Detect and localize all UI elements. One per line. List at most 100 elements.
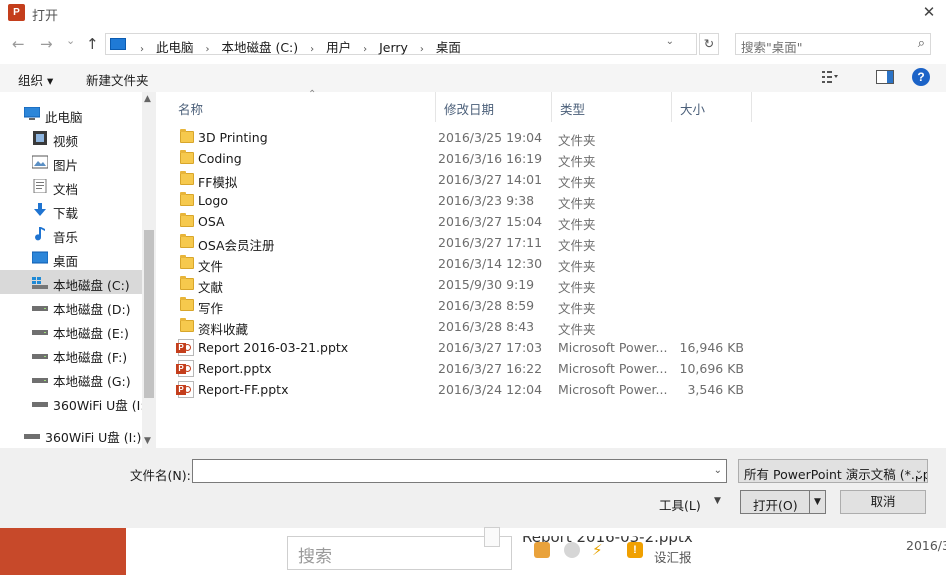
file-row[interactable]: 3D Printing 2016/3/25 19:04 文件夹 — [170, 127, 830, 148]
nav-item-usb-drive-root[interactable]: 360WiFi U盘 (I:) — [0, 422, 142, 446]
file-size: 3,546 KB — [687, 382, 744, 397]
chevron-down-icon[interactable]: ⌄ — [911, 465, 923, 476]
nav-item-this-pc[interactable]: 此电脑 — [0, 102, 142, 126]
search-input[interactable]: 搜索"桌面" ⌕ — [735, 33, 931, 55]
file-name: Logo — [198, 193, 228, 208]
file-date: 2016/3/27 16:22 — [438, 361, 543, 376]
nav-item-documents[interactable]: 文档 — [0, 174, 142, 198]
nav-item-drive-g[interactable]: 本地磁盘 (G:) — [0, 366, 142, 390]
filename-input[interactable]: ⌄ — [192, 459, 727, 483]
column-header-type[interactable]: 类型 — [552, 92, 672, 122]
lightning-icon[interactable]: ⚡ — [592, 542, 608, 558]
file-name: OSA — [198, 214, 225, 229]
warning-icon[interactable]: ! — [627, 542, 643, 558]
background-ribbon-panel — [0, 528, 126, 575]
help-icon[interactable]: ? — [912, 68, 930, 86]
tools-button[interactable]: 工具(L) — [659, 495, 701, 514]
nav-item-drive-e[interactable]: 本地磁盘 (E:) — [0, 318, 142, 342]
nav-item-label: 本地磁盘 (G:) — [53, 374, 131, 389]
nav-item-videos[interactable]: 视频 — [0, 126, 142, 150]
address-bar[interactable]: › 此电脑 › 本地磁盘 (C:) › 用户 › Jerry › 桌面 ⌄ — [105, 33, 697, 55]
forward-arrow-icon[interactable]: → — [40, 35, 53, 53]
file-name: Report 2016-03-21.pptx — [198, 340, 349, 355]
music-icon — [35, 227, 45, 241]
chevron-down-icon[interactable]: ⌄ — [714, 465, 722, 476]
nav-item-drive-d[interactable]: 本地磁盘 (D:) — [0, 294, 142, 318]
file-type-filter[interactable]: 所有 PowerPoint 演示文稿 (*.pptx;*.ppt) ⌄ — [738, 459, 928, 483]
organize-button[interactable]: 组织 ▾ — [18, 70, 53, 89]
clock-icon[interactable] — [564, 542, 580, 558]
file-date: 2016/3/24 12:04 — [438, 382, 543, 397]
drive-icon — [32, 378, 48, 383]
back-arrow-icon[interactable]: ← — [12, 35, 25, 53]
view-options-icon[interactable] — [822, 70, 838, 84]
file-row[interactable]: Coding 2016/3/16 16:19 文件夹 — [170, 148, 830, 169]
column-header-name[interactable]: 名称 ⌃ — [170, 89, 436, 122]
breadcrumb-item-jerry[interactable]: Jerry — [379, 40, 408, 55]
file-name: 文献 — [198, 280, 224, 295]
file-type: 文件夹 — [558, 238, 596, 253]
file-size: 16,946 KB — [679, 340, 744, 355]
chevron-right-icon[interactable]: › — [205, 44, 209, 55]
file-row[interactable]: 文献 2015/9/30 9:19 文件夹 — [170, 274, 830, 295]
open-button[interactable]: 打开(O) ▼ — [740, 490, 826, 514]
nav-item-label: 下载 — [53, 206, 79, 221]
chevron-right-icon[interactable]: › — [420, 44, 424, 55]
nav-item-label: 图片 — [53, 158, 79, 173]
chevron-up-icon[interactable]: ▲ — [144, 94, 151, 104]
chevron-right-icon[interactable]: › — [363, 44, 367, 55]
chevron-down-icon[interactable]: ▼ — [714, 496, 721, 506]
scrollbar-thumb[interactable] — [144, 230, 154, 398]
file-row[interactable]: Report 2016-03-21.pptx 2016/3/27 17:03 M… — [170, 337, 830, 358]
folder-icon — [180, 255, 194, 269]
search-placeholder: 搜索"桌面" — [741, 40, 803, 55]
column-header-size[interactable]: 大小 — [672, 92, 752, 122]
computer-icon — [24, 107, 40, 120]
file-name: 文件 — [198, 259, 224, 274]
chevron-right-icon[interactable]: › — [310, 44, 314, 55]
refresh-button[interactable]: ↻ — [699, 33, 719, 55]
breadcrumb-item-desktop[interactable]: 桌面 — [436, 37, 461, 56]
breadcrumb-item-users[interactable]: 用户 — [326, 37, 351, 56]
nav-item-pictures[interactable]: 图片 — [0, 150, 142, 174]
search-icon[interactable]: ⌕ — [918, 36, 925, 51]
column-label: 大小 — [680, 102, 706, 117]
nav-item-drive-c[interactable]: 本地磁盘 (C:) — [0, 270, 142, 294]
nav-item-downloads[interactable]: 下载 — [0, 198, 142, 222]
nav-item-drive-f[interactable]: 本地磁盘 (F:) — [0, 342, 142, 366]
breadcrumb-item-drive-c[interactable]: 本地磁盘 (C:) — [221, 37, 298, 56]
folder-icon — [180, 234, 194, 248]
file-row[interactable]: OSA 2016/3/27 15:04 文件夹 — [170, 211, 830, 232]
file-type: 文件夹 — [558, 301, 596, 316]
file-row[interactable]: OSA会员注册 2016/3/27 17:11 文件夹 — [170, 232, 830, 253]
breadcrumb-item-computer[interactable]: 此电脑 — [156, 37, 194, 56]
file-date: 2016/3/28 8:43 — [438, 319, 535, 334]
file-row[interactable]: Logo 2016/3/23 9:38 文件夹 — [170, 190, 830, 211]
nav-item-music[interactable]: 音乐 — [0, 222, 142, 246]
column-header-date[interactable]: 修改日期 — [436, 92, 552, 122]
up-arrow-icon[interactable]: ↑ — [86, 35, 99, 53]
file-row[interactable]: Report-FF.pptx 2016/3/24 12:04 Microsoft… — [170, 379, 830, 400]
open-options-dropdown-icon[interactable]: ▼ — [809, 491, 825, 513]
file-row[interactable]: Report.pptx 2016/3/27 16:22 Microsoft Po… — [170, 358, 830, 379]
chevron-down-icon[interactable]: ⌄ — [666, 36, 674, 47]
background-search-box[interactable]: 搜索 — [287, 536, 512, 570]
nav-item-desktop[interactable]: 桌面 — [0, 246, 142, 270]
file-row[interactable]: FF模拟 2016/3/27 14:01 文件夹 — [170, 169, 830, 190]
folder-shortcut-icon[interactable] — [534, 542, 550, 558]
new-folder-button[interactable]: 新建文件夹 — [86, 70, 149, 89]
recent-locations-icon[interactable]: ⌄ — [66, 32, 75, 50]
close-button[interactable]: ✕ — [912, 0, 946, 26]
cancel-button[interactable]: 取消 — [840, 490, 926, 514]
file-name: 3D Printing — [198, 130, 268, 145]
file-row[interactable]: 写作 2016/3/28 8:59 文件夹 — [170, 295, 830, 316]
file-row[interactable]: 资料收藏 2016/3/28 8:43 文件夹 — [170, 316, 830, 337]
file-row[interactable]: 文件 2016/3/14 12:30 文件夹 — [170, 253, 830, 274]
preview-pane-icon[interactable] — [876, 70, 894, 84]
nav-scrollbar[interactable]: ▲ ▼ — [142, 92, 156, 448]
drive-icon — [32, 330, 48, 335]
nav-item-label: 本地磁盘 (E:) — [53, 326, 129, 341]
nav-item-usb-drive[interactable]: 360WiFi U盘 (I: — [0, 390, 145, 414]
chevron-down-icon[interactable]: ▼ — [144, 436, 151, 446]
file-date: 2016/3/27 15:04 — [438, 214, 543, 229]
